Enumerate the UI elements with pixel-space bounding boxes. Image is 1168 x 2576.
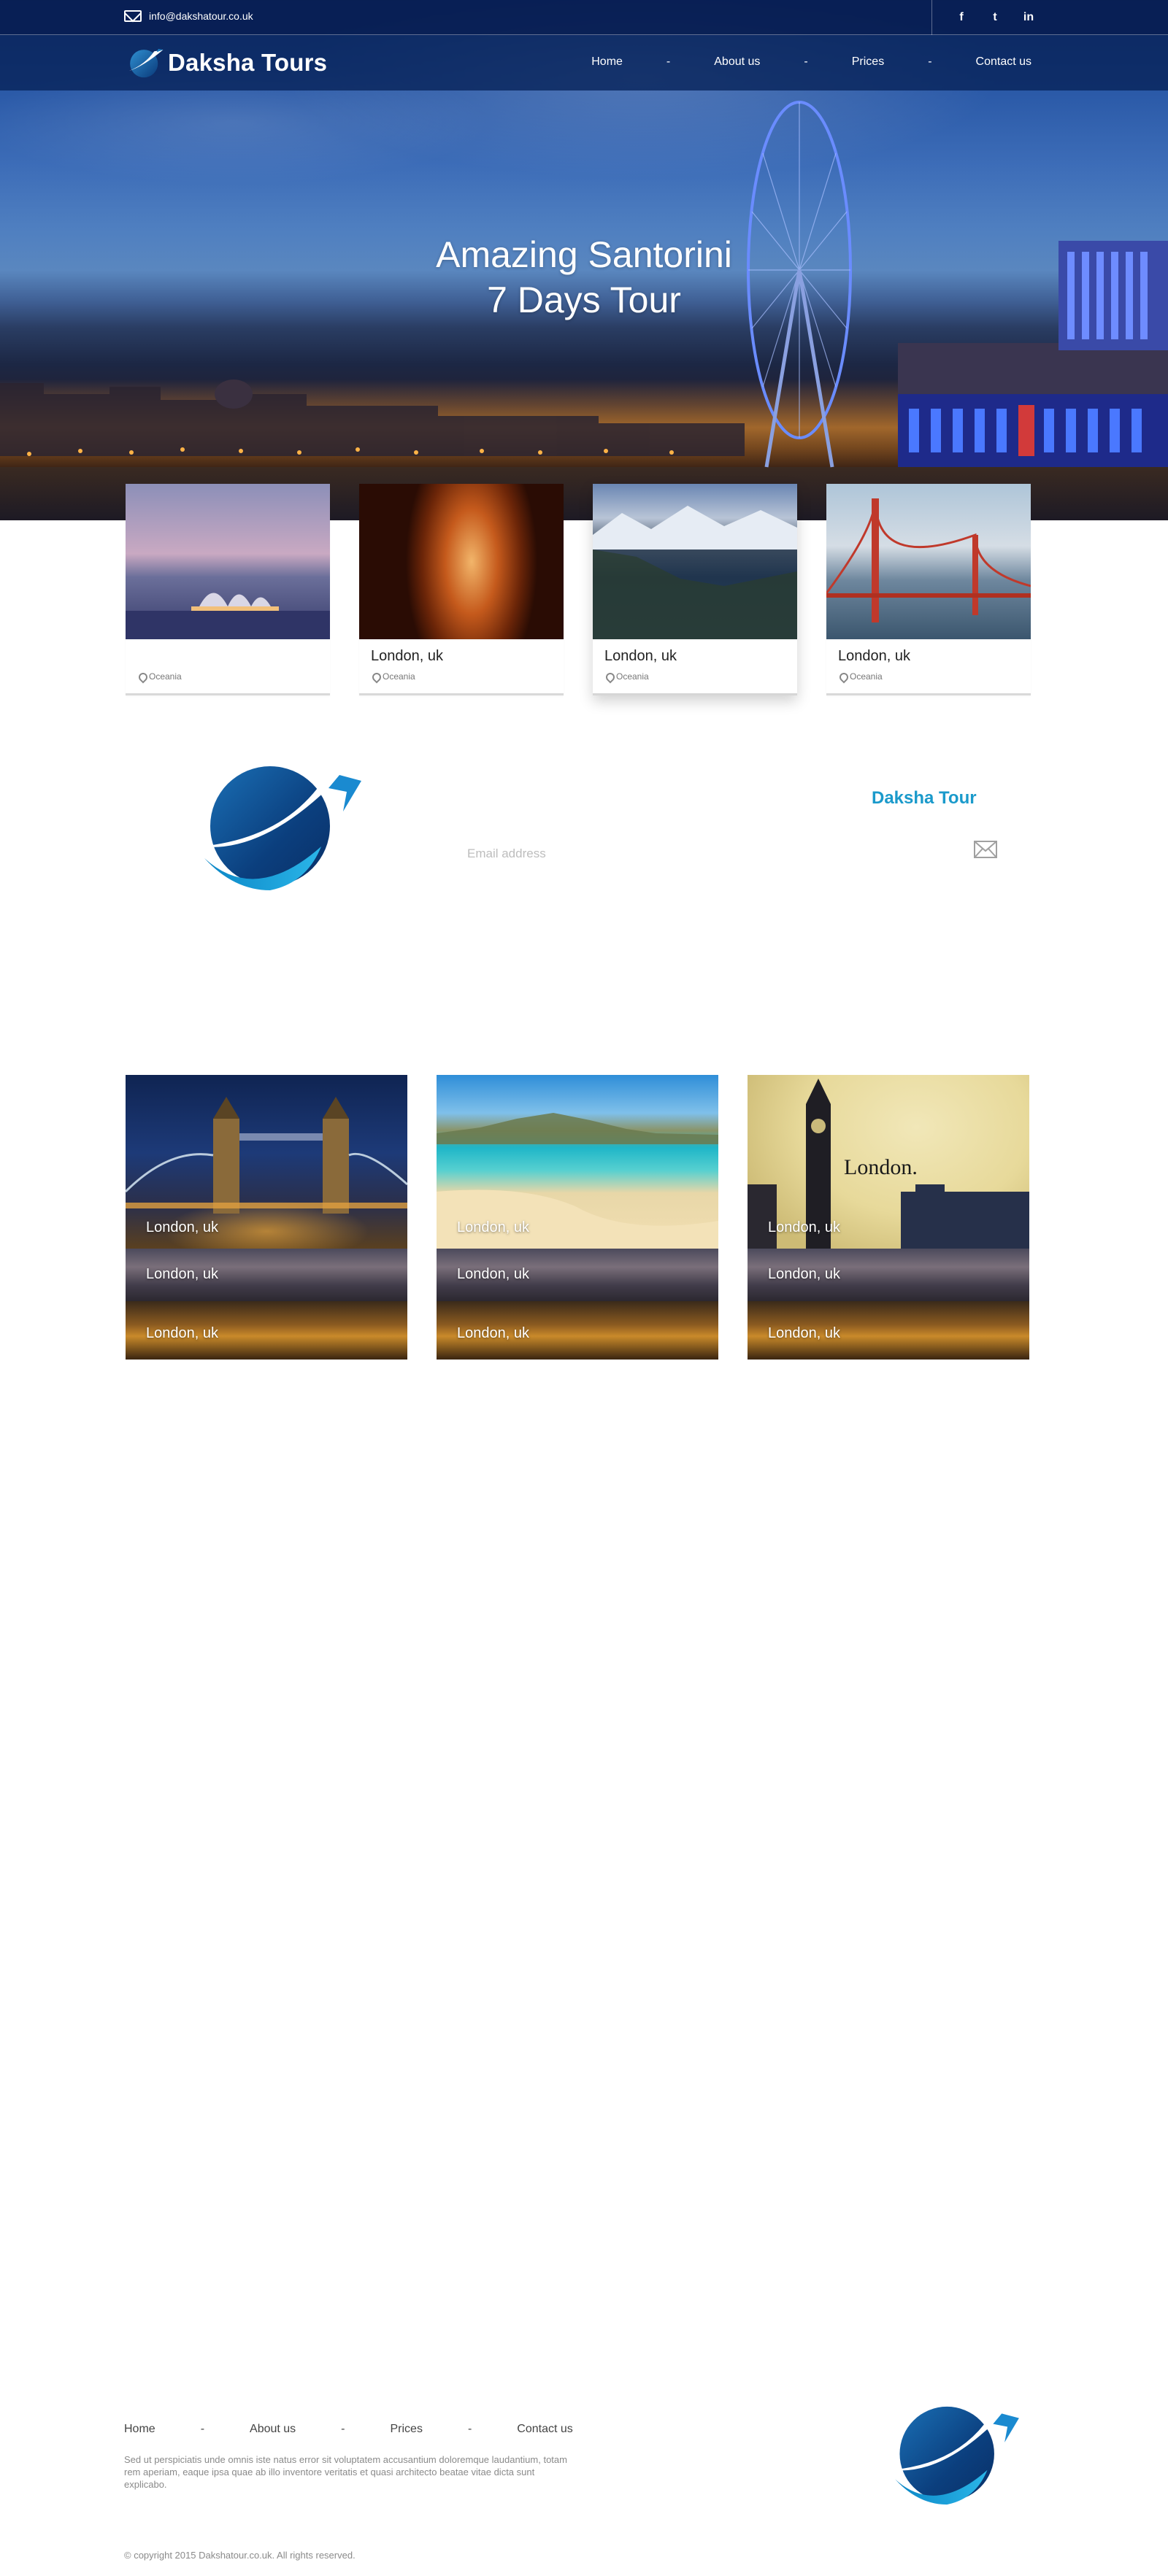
card-location: Oceania [593, 667, 797, 686]
brand-logo[interactable]: Daksha Tours [126, 42, 327, 83]
footer-nav-separator: - [467, 2423, 472, 2435]
card-location: Oceania [359, 667, 564, 686]
location-pin-icon [139, 673, 145, 680]
tile-label: London, uk [457, 1266, 529, 1282]
contact-email[interactable]: info@dakshatour.co.uk [124, 10, 253, 22]
location-pin-icon [372, 673, 378, 680]
footer-globe-plane-logo-icon [891, 2406, 1019, 2505]
nav-separator: - [666, 55, 671, 68]
envelope-icon [124, 10, 142, 22]
footer-nav-home[interactable]: Home [124, 2423, 155, 2436]
globe-plane-logo-icon [200, 766, 361, 890]
primary-nav: Home - About us - Prices - Contact us [591, 55, 1031, 69]
footer-nav-about-us[interactable]: About us [250, 2423, 296, 2436]
hero-title: Amazing Santorini 7 Days Tour [0, 232, 1168, 323]
facebook-icon[interactable]: f [954, 11, 969, 24]
opera-house-illustration [126, 593, 330, 639]
hero-title-line-2: 7 Days Tour [487, 279, 681, 320]
send-mail-icon[interactable] [974, 841, 997, 858]
destination-cards: Oceania London, uk Oceania London, uk Oc… [126, 484, 1031, 695]
linkedin-icon[interactable]: in [1021, 11, 1036, 24]
gallery-tile[interactable]: London, uk London, uk London, uk [126, 1075, 407, 1360]
destination-card[interactable]: London, uk Oceania [593, 484, 797, 695]
card-title [126, 639, 330, 667]
tile-label: London, uk [768, 1219, 840, 1235]
globe-plane-logo-icon [128, 48, 164, 78]
gallery-tile[interactable]: London, uk London, uk London, uk [437, 1075, 718, 1360]
tile-label: London, uk [146, 1219, 218, 1235]
card-image-sydney [126, 484, 330, 639]
gallery-tile[interactable]: London. London, uk London, uk London, uk [748, 1075, 1029, 1360]
card-location-text: Oceania [149, 671, 182, 682]
location-pin-icon [840, 673, 845, 680]
nav-prices[interactable]: Prices [852, 55, 884, 69]
mountains-illustration [593, 506, 797, 639]
newsletter-section: Daksha Tour [0, 759, 1168, 905]
destination-card[interactable]: London, uk Oceania [359, 484, 564, 695]
tile-label: London, uk [768, 1266, 840, 1282]
twitter-icon[interactable]: t [988, 11, 1002, 24]
footer-nav-separator: - [200, 2423, 205, 2435]
footer-description: Sed ut perspiciatis unde omnis iste natu… [124, 2454, 567, 2490]
hero-title-line-1: Amazing Santorini [436, 234, 732, 275]
card-image-lake [593, 484, 797, 639]
email-address[interactable]: info@dakshatour.co.uk [149, 10, 253, 22]
copyright: © copyright 2015 Dakshatour.co.uk. All r… [124, 2550, 356, 2561]
tile-label: London, uk [457, 1325, 529, 1341]
card-title: London, uk [604, 648, 677, 664]
newsletter-title: Daksha Tour [872, 788, 977, 808]
footer-nav-prices[interactable]: Prices [391, 2423, 423, 2436]
social-links: f t in [931, 0, 1036, 35]
card-title: London, uk [838, 648, 910, 664]
card-location-text: Oceania [383, 671, 415, 682]
card-location-text: Oceania [616, 671, 649, 682]
brand-name: Daksha Tours [168, 49, 328, 76]
nav-separator: - [928, 55, 932, 68]
main-navbar: Daksha Tours Home - About us - Prices - … [0, 35, 1168, 90]
tile-label: London, uk [457, 1219, 529, 1235]
tile-label: London, uk [768, 1325, 840, 1341]
location-pin-icon [606, 673, 612, 680]
nav-contact-us[interactable]: Contact us [976, 55, 1031, 69]
footer-nav-separator: - [341, 2423, 345, 2435]
gallery: London, uk London, uk London, uk London,… [126, 1075, 1031, 1360]
nav-home[interactable]: Home [591, 55, 623, 69]
card-location: Oceania [826, 667, 1031, 686]
email-input[interactable] [467, 839, 1000, 868]
top-bar: info@dakshatour.co.uk f t in [0, 0, 1168, 35]
tile-label: London, uk [146, 1325, 218, 1341]
nav-separator: - [804, 55, 808, 68]
tile-label: London, uk [146, 1266, 218, 1282]
card-location: Oceania [126, 667, 330, 686]
footer-nav: Home - About us - Prices - Contact us [124, 2423, 573, 2436]
golden-gate-illustration [826, 498, 1031, 622]
card-location-text: Oceania [850, 671, 883, 682]
card-title: London, uk [371, 648, 443, 664]
destination-card[interactable]: Oceania [126, 484, 330, 695]
nav-about-us[interactable]: About us [714, 55, 760, 69]
destination-card[interactable]: London, uk Oceania [826, 484, 1031, 695]
hero-banner: info@dakshatour.co.uk f t in Daksha Tour… [0, 0, 1168, 520]
card-image-bridge [826, 484, 1031, 639]
footer-nav-contact-us[interactable]: Contact us [517, 2423, 572, 2436]
tile-overlay-text: London. [844, 1155, 918, 1179]
card-image-canyon [359, 484, 564, 639]
